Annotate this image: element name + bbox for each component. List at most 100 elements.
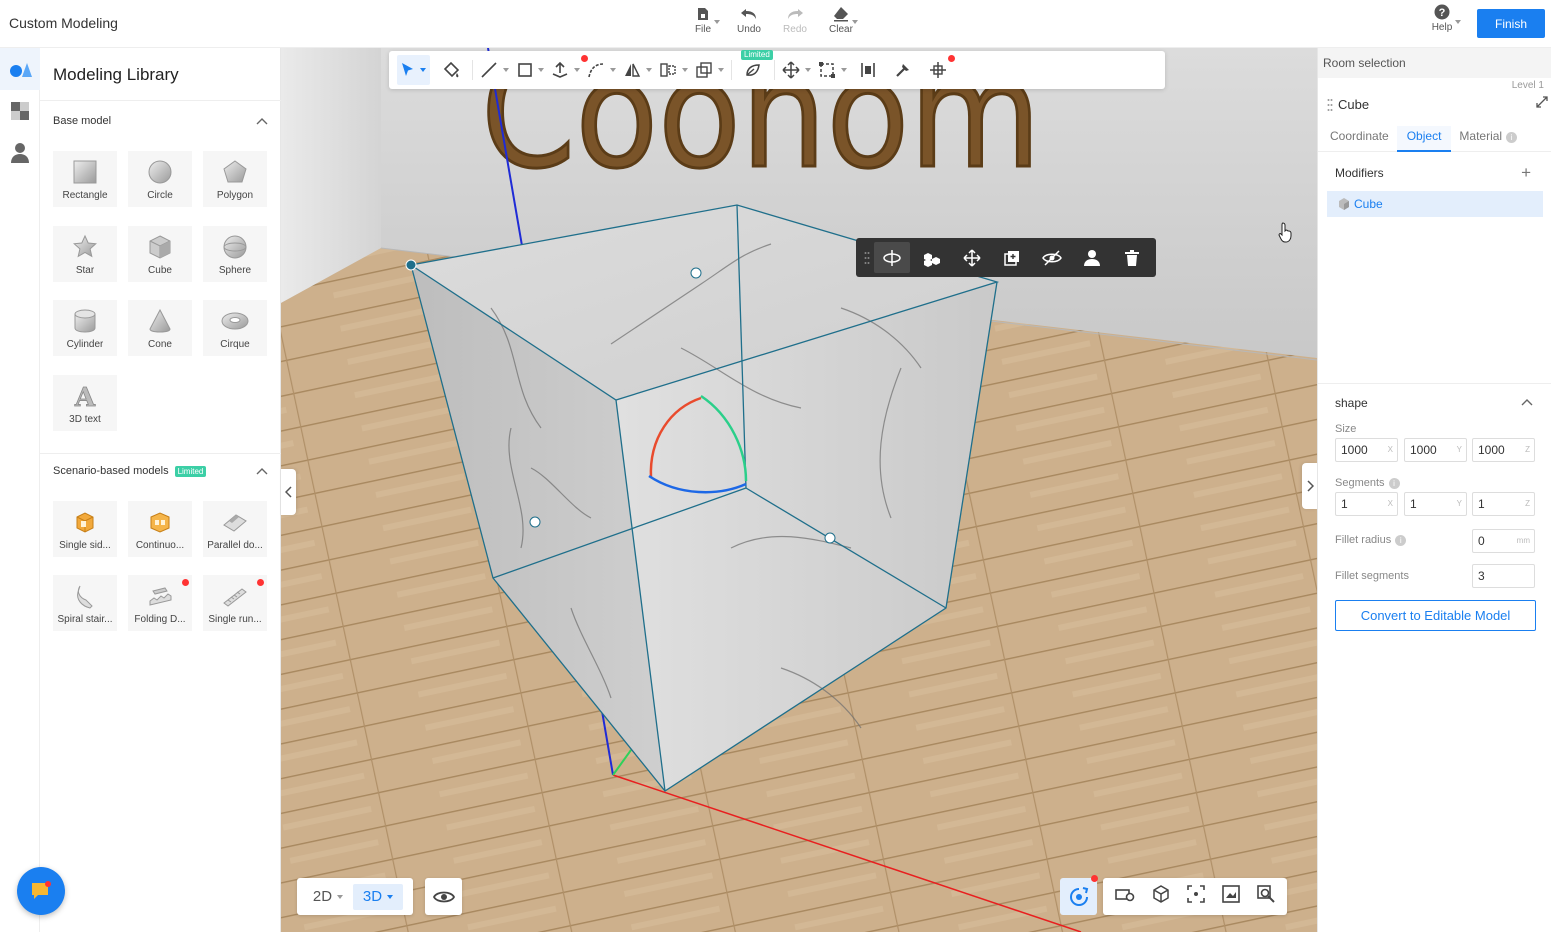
measure-tool-button[interactable]	[889, 55, 917, 85]
tile-polygon[interactable]: Polygon	[203, 151, 267, 207]
clear-button[interactable]: Clear	[818, 4, 864, 44]
modifier-item-cube[interactable]: Cube	[1327, 191, 1543, 217]
delete-object-button[interactable]	[1114, 242, 1150, 273]
tile-continuous[interactable]: Continuo...	[128, 501, 192, 557]
curve-icon	[588, 63, 604, 78]
visibility-button[interactable]	[425, 878, 462, 915]
view-3d-label: 3D	[362, 888, 383, 905]
move-object-button[interactable]	[954, 242, 990, 273]
scene-canvas[interactable]: Coonom	[281, 48, 1317, 932]
boolean-tool-button[interactable]	[695, 55, 724, 85]
ai-tool-button[interactable]: Limited	[739, 50, 773, 85]
chevron-left-icon	[284, 486, 292, 498]
tile-parallel-door[interactable]: Parallel do...	[203, 501, 267, 557]
3d-viewport[interactable]: Coonom Limited 2D 3D	[281, 48, 1317, 932]
chevron-down-icon	[574, 68, 580, 72]
segments-x-input[interactable]: 1X	[1335, 492, 1398, 516]
camera-orbit-button[interactable]	[1060, 878, 1097, 915]
rail-materials[interactable]	[0, 90, 40, 132]
edge-handle[interactable]	[690, 267, 702, 279]
room-selection-header[interactable]: Room selection	[1318, 48, 1551, 78]
size-z-input[interactable]: 1000 Z	[1472, 438, 1535, 462]
tile-sphere[interactable]: Sphere	[203, 226, 267, 282]
chevron-up-icon[interactable]	[1520, 396, 1534, 410]
finish-button[interactable]: Finish	[1477, 9, 1545, 38]
parallel-door-icon	[223, 514, 247, 532]
edge-handle[interactable]	[824, 532, 836, 544]
tile-cylinder[interactable]: Cylinder	[53, 300, 117, 356]
collapse-properties-button[interactable]	[1302, 463, 1317, 509]
cube-view-button[interactable]	[1152, 885, 1170, 908]
convert-to-editable-button[interactable]: Convert to Editable Model	[1335, 600, 1536, 631]
corner-handle[interactable]	[405, 259, 417, 271]
tab-coordinate[interactable]: Coordinate	[1330, 126, 1389, 152]
scale-tool-button[interactable]	[818, 55, 847, 85]
edge-handle[interactable]	[529, 516, 541, 528]
rectangle-icon	[73, 160, 97, 184]
tab-object[interactable]: Object	[1396, 126, 1452, 152]
drag-grip-icon[interactable]	[1327, 98, 1333, 112]
clear-icon	[834, 7, 848, 22]
line-tool-button[interactable]	[480, 55, 509, 85]
hide-object-button[interactable]	[1034, 242, 1070, 273]
rectangle-tool-button[interactable]	[516, 55, 544, 85]
duplicate-object-button[interactable]	[994, 242, 1030, 273]
chevron-up-icon[interactable]	[255, 115, 269, 129]
tile-circle[interactable]: Circle	[128, 151, 192, 207]
tile-star[interactable]: Star	[53, 226, 117, 282]
fit-view-button[interactable]	[1187, 885, 1205, 908]
camera-settings-button[interactable]	[1115, 885, 1135, 908]
base-model-header[interactable]: Base model	[53, 115, 111, 127]
segments-y-input[interactable]: 1Y	[1404, 492, 1467, 516]
move-tool-button[interactable]	[782, 55, 811, 85]
object-quick-toolbar	[856, 238, 1156, 277]
paint-tool-button[interactable]	[437, 55, 465, 85]
expand-icon[interactable]	[1536, 96, 1548, 108]
tab-material[interactable]: Material i	[1459, 126, 1518, 152]
screenshot-button[interactable]	[1221, 885, 1240, 908]
chat-support-button[interactable]	[17, 867, 65, 915]
tile-rectangle[interactable]: Rectangle	[53, 151, 117, 207]
chevron-up-icon[interactable]	[255, 465, 269, 479]
rail-modeling-library[interactable]	[0, 48, 40, 90]
size-y-input[interactable]: 1000 Y	[1404, 438, 1467, 462]
size-x-input[interactable]: 1000 X	[1335, 438, 1398, 462]
modifiers-title: Modifiers	[1335, 166, 1384, 180]
add-modifier-button[interactable]: +	[1521, 163, 1531, 183]
distribute-tool-button[interactable]	[854, 55, 882, 85]
push-pull-tool-button[interactable]	[551, 55, 588, 85]
drag-grip-icon[interactable]	[864, 251, 870, 265]
fillet-radius-input[interactable]: 0 mm	[1472, 529, 1535, 553]
tile-3d-text[interactable]: A 3D text	[53, 375, 117, 431]
tile-cone[interactable]: Cone	[128, 300, 192, 356]
library-title: Modeling Library	[53, 65, 179, 84]
tile-spiral-stair[interactable]: Spiral stair...	[53, 575, 117, 631]
help-button[interactable]: ? Help	[1422, 4, 1462, 44]
align-tool-button[interactable]	[659, 55, 688, 85]
redo-button[interactable]: Redo	[772, 4, 818, 44]
zoom-search-button[interactable]	[1256, 885, 1275, 908]
fillet-segments-input[interactable]: 3	[1472, 564, 1535, 588]
curve-tool-button[interactable]	[587, 55, 616, 85]
view-3d-button[interactable]: 3D	[353, 883, 403, 910]
fillet-radius-value: 0	[1478, 534, 1485, 548]
select-tool-button[interactable]	[397, 55, 430, 85]
file-button[interactable]: File	[680, 4, 726, 44]
array-tool-button[interactable]	[924, 55, 955, 85]
tile-single-side[interactable]: Single sid...	[53, 501, 117, 557]
mirror-tool-button[interactable]	[623, 55, 652, 85]
scenario-models-header[interactable]: Scenario-based models Limited	[53, 465, 207, 477]
size-x-value: 1000	[1341, 443, 1368, 457]
property-tabs: Coordinate Object Material i	[1318, 126, 1551, 152]
tile-cube[interactable]: Cube	[128, 226, 192, 282]
tile-cirque[interactable]: Cirque	[203, 300, 267, 356]
collapse-library-button[interactable]	[281, 469, 296, 515]
assign-user-button[interactable]	[1074, 242, 1110, 273]
group-object-button[interactable]	[914, 242, 950, 273]
segments-z-input[interactable]: 1Z	[1472, 492, 1535, 516]
view-2d-button[interactable]: 2D	[303, 884, 353, 910]
rotate-object-button[interactable]	[874, 242, 910, 273]
rail-my-models[interactable]	[0, 132, 40, 174]
undo-button[interactable]: Undo	[726, 4, 772, 44]
divider	[1318, 383, 1551, 384]
